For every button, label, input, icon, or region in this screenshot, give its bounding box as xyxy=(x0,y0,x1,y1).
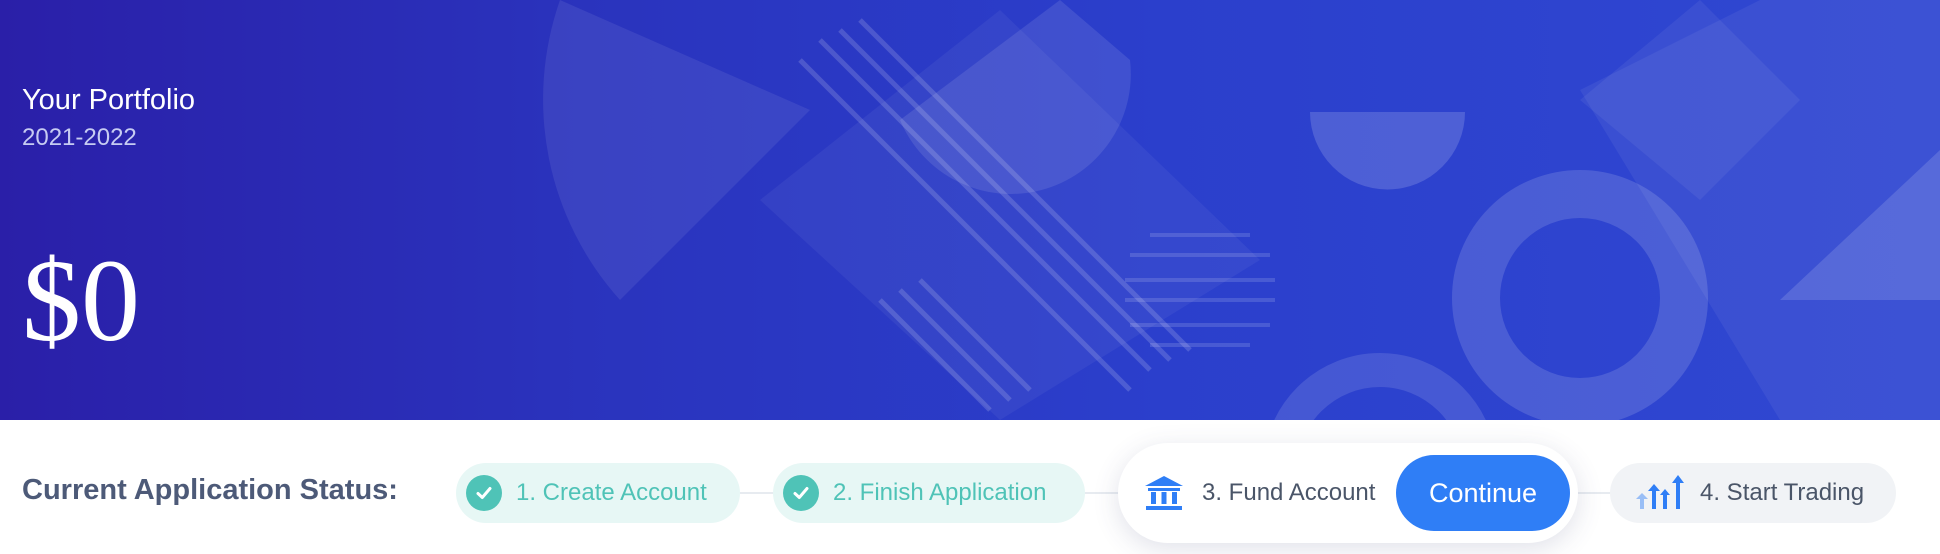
trading-arrows-icon xyxy=(1632,475,1686,511)
step-connector xyxy=(1576,492,1612,494)
step-label: 2. Finish Application xyxy=(833,479,1047,506)
continue-button[interactable]: Continue xyxy=(1396,455,1570,531)
portfolio-hero: Your Portfolio 2021-2022 $0 xyxy=(0,0,1940,420)
portfolio-value: $0 xyxy=(22,235,140,366)
step-label: 4. Start Trading xyxy=(1700,479,1865,506)
check-icon xyxy=(783,475,819,511)
step-label: 1. Create Account xyxy=(516,479,707,506)
bank-icon xyxy=(1144,475,1184,511)
step-finish-application[interactable]: 2. Finish Application xyxy=(773,463,1085,523)
portfolio-title: Your Portfolio xyxy=(22,84,196,116)
step-create-account[interactable]: 1. Create Account xyxy=(456,463,740,523)
step-connector xyxy=(1084,492,1120,494)
status-label: Current Application Status: xyxy=(22,474,398,506)
step-label: 3. Fund Account xyxy=(1202,479,1376,506)
step-fund-account[interactable]: 3. Fund Account Continue xyxy=(1118,443,1578,543)
portfolio-period: 2021-2022 xyxy=(22,124,137,151)
step-start-trading[interactable]: 4. Start Trading xyxy=(1610,463,1896,523)
check-icon xyxy=(466,475,502,511)
hero-background-pattern xyxy=(543,0,1940,420)
